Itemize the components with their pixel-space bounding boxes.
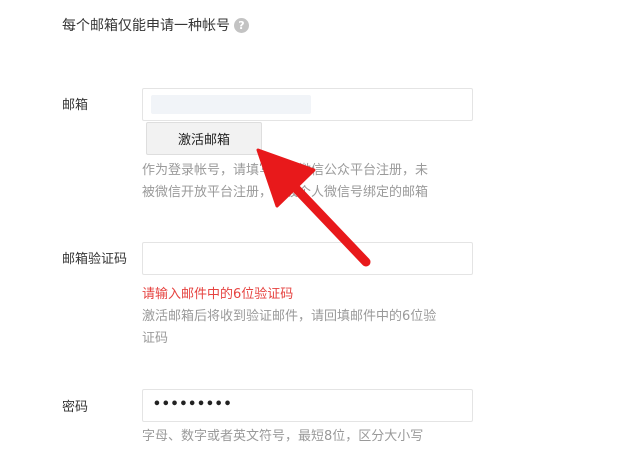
- email-hint-line1: 作为登录帐号，请填写未被微信公众平台注册，未: [142, 163, 429, 178]
- verify-code-hint: 激活邮箱后将收到验证邮件，请回填邮件中的6位验 证码: [142, 306, 458, 350]
- password-value: •••••••••: [153, 397, 233, 412]
- verify-hint-line1: 激活邮箱后将收到验证邮件，请回填邮件中的6位验: [142, 309, 437, 324]
- password-label: 密码: [62, 400, 89, 415]
- password-input[interactable]: •••••••••: [142, 389, 473, 422]
- verify-code-label: 邮箱验证码: [62, 252, 128, 267]
- header-title: 每个邮箱仅能申请一种帐号: [62, 18, 230, 34]
- verify-hint-line2: 证码: [142, 331, 169, 346]
- password-hint: 字母、数字或者英文符号，最短8位，区分大小写: [142, 429, 424, 444]
- verify-code-error: 请输入邮件中的6位验证码: [142, 287, 294, 302]
- page-header: 每个邮箱仅能申请一种帐号 ?: [62, 14, 249, 36]
- email-hint: 作为登录帐号，请填写未被微信公众平台注册，未 被微信开放平台注册，未被个人微信号…: [142, 160, 458, 204]
- email-hint-line2: 被微信开放平台注册，未被个人微信号绑定的邮箱: [142, 185, 429, 200]
- email-label: 邮箱: [62, 98, 89, 113]
- email-input[interactable]: [142, 88, 473, 121]
- verify-code-input[interactable]: [142, 242, 473, 275]
- activate-email-button[interactable]: 激活邮箱: [146, 122, 262, 155]
- help-icon[interactable]: ?: [234, 17, 249, 33]
- email-input-value: [151, 95, 311, 114]
